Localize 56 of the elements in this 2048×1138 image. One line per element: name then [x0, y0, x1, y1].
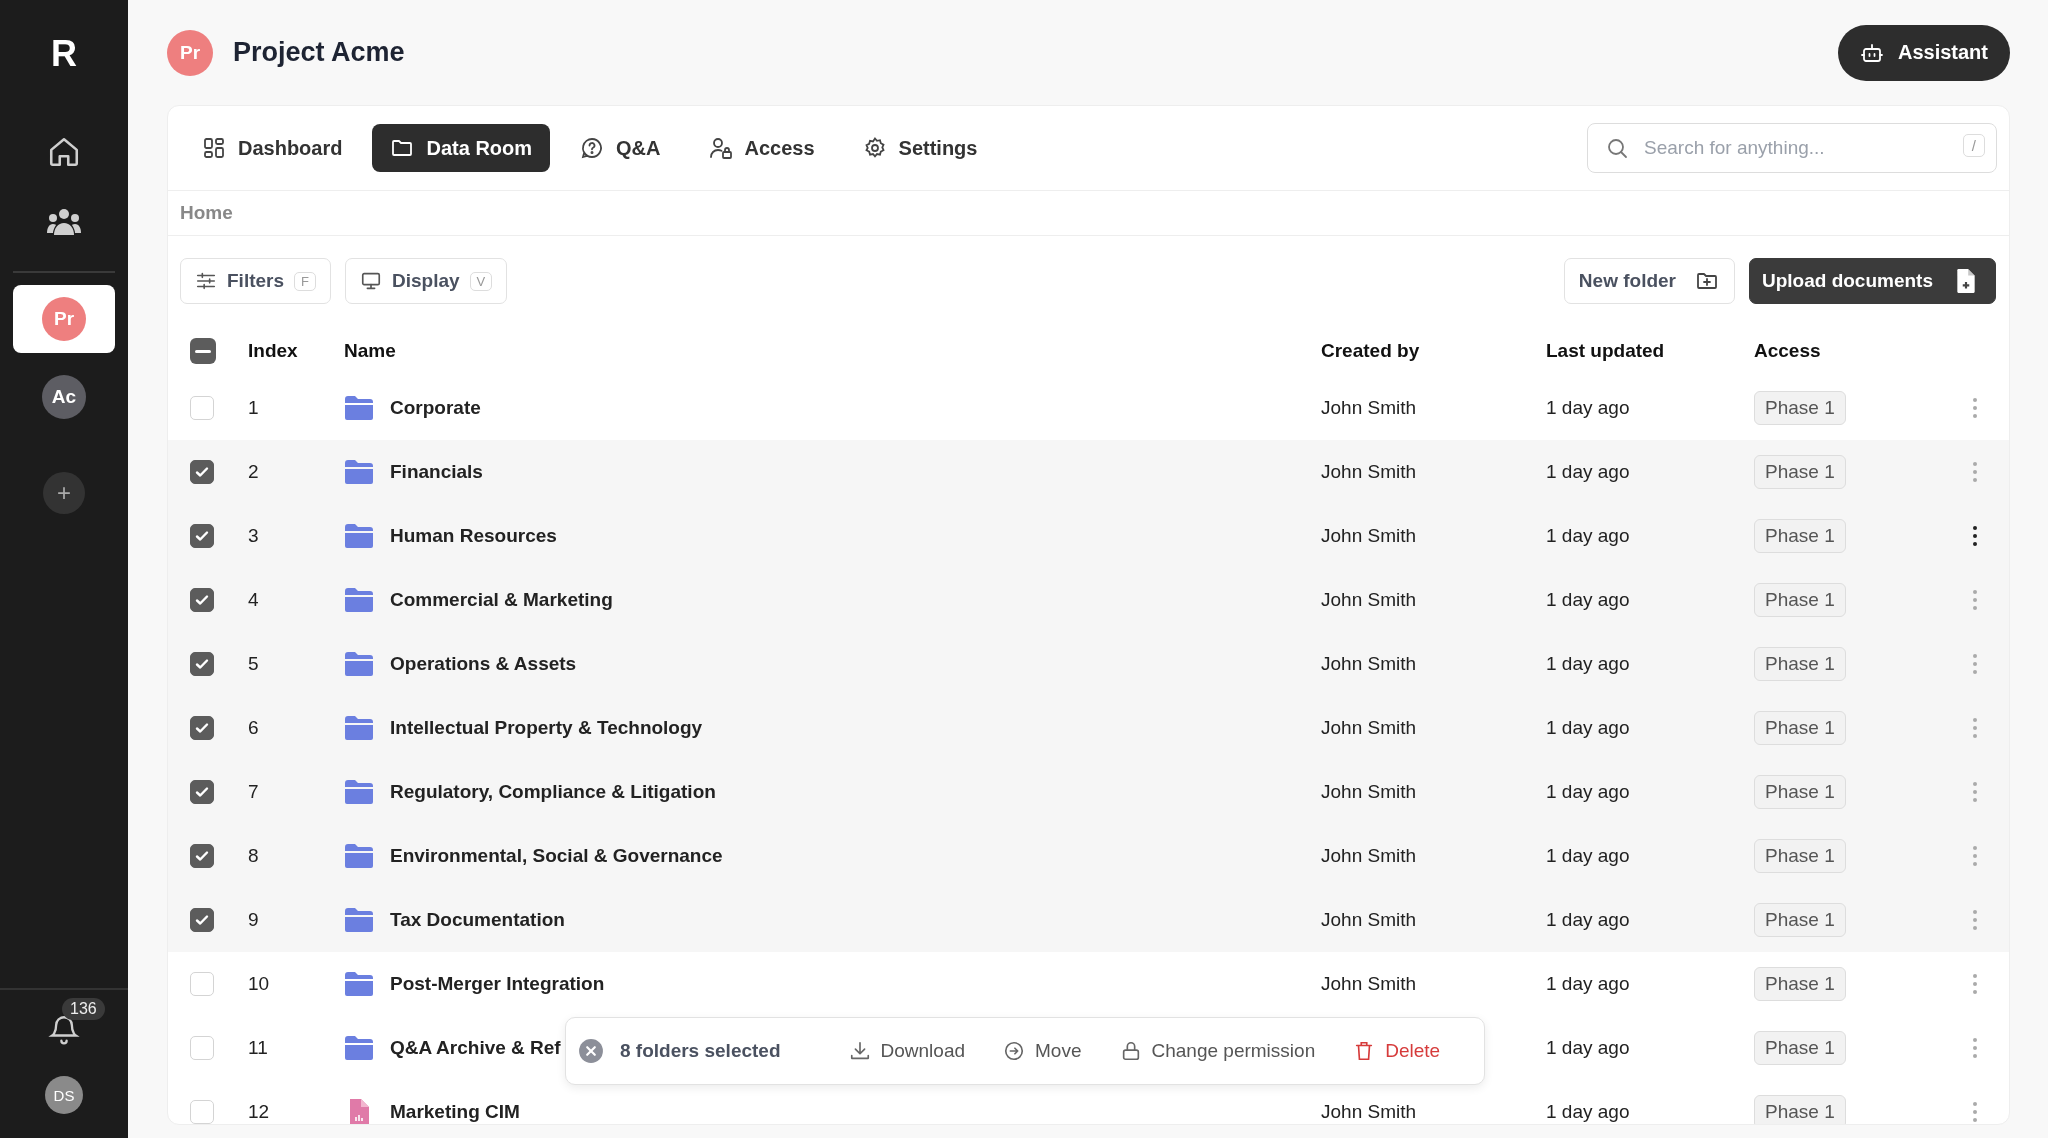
creator-cell: John Smith: [1321, 397, 1417, 419]
creator-cell: John Smith: [1321, 909, 1417, 931]
creator-cell: John Smith: [1321, 845, 1417, 867]
project-avatar: Pr: [42, 297, 86, 341]
access-tag: Phase 1: [1754, 839, 1846, 873]
access-tag: Phase 1: [1754, 775, 1846, 809]
updated-cell: 1 day ago: [1546, 1037, 1630, 1059]
updated-cell: 1 day ago: [1546, 653, 1630, 675]
shortcut-key: /: [1962, 134, 1985, 157]
access-tag: Phase 1: [1754, 583, 1846, 617]
index-cell: 7: [248, 781, 259, 803]
index-cell: 9: [248, 909, 259, 931]
index-cell: 5: [248, 653, 259, 675]
index-cell: 2: [248, 461, 259, 483]
index-cell: 1: [248, 397, 259, 419]
updated-cell: 1 day ago: [1546, 525, 1630, 547]
access-tag: Phase 1: [1754, 711, 1846, 745]
updated-cell: 1 day ago: [1546, 781, 1630, 803]
index-cell: 3: [248, 525, 259, 547]
creator-cell: John Smith: [1321, 717, 1417, 739]
access-tag: Phase 1: [1754, 903, 1846, 937]
project-title: Project Acme: [233, 37, 406, 68]
creator-cell: John Smith: [1321, 781, 1417, 803]
updated-cell: 1 day ago: [1546, 397, 1630, 419]
access-tag: Phase 1: [1754, 1031, 1846, 1065]
creator-cell: John Smith: [1321, 1101, 1417, 1123]
creator-cell: John Smith: [1321, 589, 1417, 611]
index-cell: 8: [248, 845, 259, 867]
notification-badge: 136: [62, 998, 105, 1020]
shortcut-key: V: [469, 271, 493, 291]
updated-cell: 1 day ago: [1546, 845, 1630, 867]
updated-cell: 1 day ago: [1546, 717, 1630, 739]
access-tag: Phase 1: [1754, 967, 1846, 1001]
index-cell: 4: [248, 589, 259, 611]
project-avatar: Ac: [42, 375, 86, 419]
updated-cell: 1 day ago: [1546, 589, 1630, 611]
creator-cell: John Smith: [1321, 973, 1417, 995]
creator-cell: John Smith: [1321, 461, 1417, 483]
creator-cell: John Smith: [1321, 653, 1417, 675]
access-tag: Phase 1: [1754, 519, 1846, 553]
index-cell: 6: [248, 717, 259, 739]
project-avatar: Pr: [167, 29, 213, 76]
updated-cell: 1 day ago: [1546, 461, 1630, 483]
access-tag: Phase 1: [1754, 1095, 1846, 1124]
index-cell: 12: [248, 1101, 270, 1123]
index-cell: 11: [248, 1037, 268, 1059]
shortcut-key: F: [294, 271, 316, 291]
updated-cell: 1 day ago: [1546, 973, 1630, 995]
updated-cell: 1 day ago: [1546, 1101, 1630, 1123]
updated-cell: 1 day ago: [1546, 909, 1630, 931]
index-cell: 10: [248, 973, 270, 995]
access-tag: Phase 1: [1754, 455, 1846, 489]
creator-cell: John Smith: [1321, 525, 1417, 547]
access-tag: Phase 1: [1754, 647, 1846, 681]
selection-count: 8 folders selected: [620, 1040, 781, 1062]
access-tag: Phase 1: [1754, 391, 1846, 425]
